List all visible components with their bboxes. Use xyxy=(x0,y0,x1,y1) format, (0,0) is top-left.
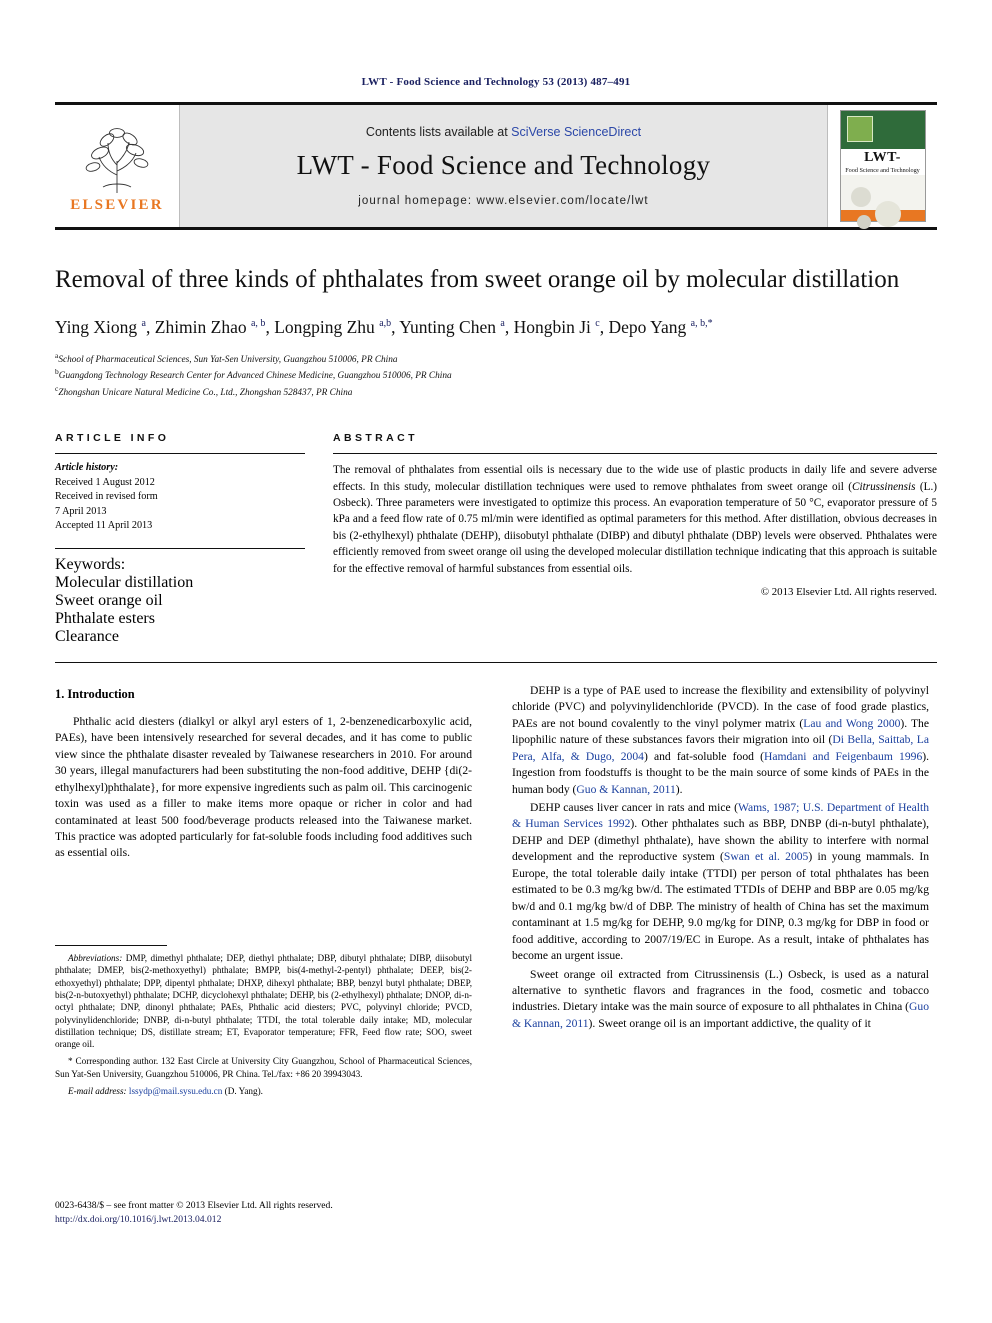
cover-title-main: LWT- xyxy=(864,150,901,165)
masthead-center: Contents lists available at SciVerse Sci… xyxy=(180,105,827,227)
intro-paragraph-1: Phthalic acid diesters (dialkyl or alkyl… xyxy=(55,714,472,860)
running-head: LWT - Food Science and Technology 53 (20… xyxy=(361,76,631,88)
abbreviations-label: Abbreviations: xyxy=(68,952,123,963)
affiliation-b: bGuangdong Technology Research Center fo… xyxy=(55,367,937,384)
history-revised: Received in revised form xyxy=(55,491,158,503)
keywords-label: Keywords: xyxy=(55,555,126,573)
history-revised-date: 7 April 2013 xyxy=(55,505,107,517)
left-column: 1. Introduction Phthalic acid diesters (… xyxy=(55,683,472,1096)
affiliation-text-a: School of Pharmaceutical Sciences, Sun Y… xyxy=(58,354,398,365)
article-history: Article history: Received 1 August 2012 … xyxy=(55,454,305,533)
abstract-copyright: © 2013 Elsevier Ltd. All rights reserved… xyxy=(760,585,937,598)
citation-link[interactable]: Lau and Wong 2000 xyxy=(803,717,900,730)
footnote-corresponding-author: * Corresponding author. 132 East Circle … xyxy=(55,1055,472,1080)
cover-circle-3 xyxy=(856,214,871,229)
abstract-part-1: The removal of phthalates from essential… xyxy=(333,464,937,493)
right-paragraph-1: DEHP is a type of PAE used to increase t… xyxy=(512,683,929,798)
footnote-block: Abbreviations: DMP, dimethyl phthalate; … xyxy=(55,944,472,1103)
abstract-text: The removal of phthalates from essential… xyxy=(333,454,937,576)
citation-link[interactable]: Guo & Kannan, 2011 xyxy=(576,783,675,796)
keyword-item: Sweet orange oil xyxy=(55,591,163,609)
rp2-c: ) in young mammals. In Europe, the total… xyxy=(512,850,929,963)
info-abstract-block: ARTICLE INFO Article history: Received 1… xyxy=(55,432,937,663)
species-name: Citrussinensis xyxy=(694,967,760,981)
keyword-item: Clearance xyxy=(55,627,119,645)
email-link[interactable]: lssydp@mail.sysu.edu.cn xyxy=(129,1086,222,1096)
abstract-heading: ABSTRACT xyxy=(333,432,418,445)
contents-available-line: Contents lists available at SciVerse Sci… xyxy=(366,125,641,139)
cover-circle-1 xyxy=(850,186,871,207)
title-block: Removal of three kinds of phthalates fro… xyxy=(55,264,937,400)
cover-circle-2 xyxy=(874,200,901,227)
article-info-heading: ARTICLE INFO xyxy=(55,432,170,445)
sciencedirect-link[interactable]: SciVerse ScienceDirect xyxy=(511,125,641,139)
publisher-wordmark: ELSEVIER xyxy=(70,196,164,213)
affiliation-list: aSchool of Pharmaceutical Sciences, Sun … xyxy=(55,351,937,401)
journal-homepage[interactable]: journal homepage: www.elsevier.com/locat… xyxy=(358,195,648,207)
rp2-a: DEHP causes liver cancer in rats and mic… xyxy=(530,801,738,815)
species-name: Citrussinensis xyxy=(852,480,916,493)
publisher-logo: ELSEVIER xyxy=(55,105,180,227)
article-info-column: ARTICLE INFO Article history: Received 1… xyxy=(55,432,305,645)
abstract-column: ABSTRACT The removal of phthalates from … xyxy=(333,432,937,645)
cover-header-band xyxy=(840,111,925,149)
keyword-item: Molecular distillation xyxy=(55,573,194,591)
section-heading-introduction: 1. Introduction xyxy=(55,686,135,701)
cover-title: LWT- Food Science and Technology xyxy=(840,149,925,175)
paper-page: LWT - Food Science and Technology 53 (20… xyxy=(0,0,992,1323)
leaf-icon xyxy=(846,116,873,142)
right-column: DEHP is a type of PAE used to increase t… xyxy=(512,683,929,1033)
affiliation-text-b: Guangdong Technology Research Center for… xyxy=(58,371,452,382)
issn-copyright-line: 0023-6438/$ – see front matter © 2013 El… xyxy=(55,1200,333,1211)
right-paragraph-3: Sweet orange oil extracted from Citrussi… xyxy=(512,967,929,1033)
keyword-item: Phthalate esters xyxy=(55,609,155,627)
body-columns: 1. Introduction Phthalic acid diesters (… xyxy=(55,683,937,1096)
citation-link[interactable]: Hamdani and Feigenbaum 1996 xyxy=(764,750,922,763)
email-suffix: (D. Yang). xyxy=(222,1086,263,1097)
doi-link[interactable]: http://dx.doi.org/10.1016/j.lwt.2013.04.… xyxy=(55,1213,333,1227)
author-list: Ying Xiong a, Zhimin Zhao a, b, Longping… xyxy=(55,317,713,337)
cover-title-sub: Food Science and Technology xyxy=(845,166,920,174)
page-footer: 0023-6438/$ – see front matter © 2013 El… xyxy=(55,1199,333,1227)
article-history-label: Article history: xyxy=(55,462,119,474)
rp1-c: ) and fat-soluble food ( xyxy=(643,749,764,763)
keywords-section: Keywords: Molecular distillation Sweet o… xyxy=(55,547,305,646)
journal-masthead: ELSEVIER Contents lists available at Sci… xyxy=(55,102,937,230)
journal-cover: LWT- Food Science and Technology xyxy=(827,105,937,229)
contents-prefix: Contents lists available at xyxy=(365,125,512,139)
affiliation-a: aSchool of Pharmaceutical Sciences, Sun … xyxy=(55,351,937,368)
footnote-email: E-mail address: lssydp@mail.sysu.edu.cn … xyxy=(55,1085,472,1097)
abbreviations-text: DMP, dimethyl phthalate; DEP, diethyl ph… xyxy=(55,952,472,1050)
rp3-a: Sweet orange oil extracted from xyxy=(530,967,695,981)
email-label: E-mail address: xyxy=(68,1086,127,1097)
abstract-part-2: (L.) Osbeck). Three parameters were inve… xyxy=(333,480,937,575)
affiliation-text-c: Zhongshan Unicare Natural Medicine Co., … xyxy=(58,387,353,398)
corresponding-text: Corresponding author. 132 East Circle at… xyxy=(55,1056,472,1079)
citation-link[interactable]: Swan et al. 2005 xyxy=(724,850,808,863)
history-accepted: Accepted 11 April 2013 xyxy=(55,520,153,532)
history-received: Received 1 August 2012 xyxy=(55,476,155,488)
affiliation-c: cZhongshan Unicare Natural Medicine Co.,… xyxy=(55,384,937,401)
footnote-abbreviations: Abbreviations: DMP, dimethyl phthalate; … xyxy=(55,952,472,1051)
rp1-e: ). xyxy=(675,782,683,796)
right-paragraph-2: DEHP causes liver cancer in rats and mic… xyxy=(512,800,929,965)
rp3-c: ). Sweet orange oil is an important addi… xyxy=(588,1016,871,1030)
journal-title: LWT - Food Science and Technology xyxy=(296,150,711,180)
cover-artwork xyxy=(840,174,925,229)
page-title: Removal of three kinds of phthalates fro… xyxy=(55,266,900,293)
cover-thumbnail: LWT- Food Science and Technology xyxy=(839,110,926,229)
elsevier-tree-icon xyxy=(85,127,149,193)
footnote-rule xyxy=(55,944,167,946)
